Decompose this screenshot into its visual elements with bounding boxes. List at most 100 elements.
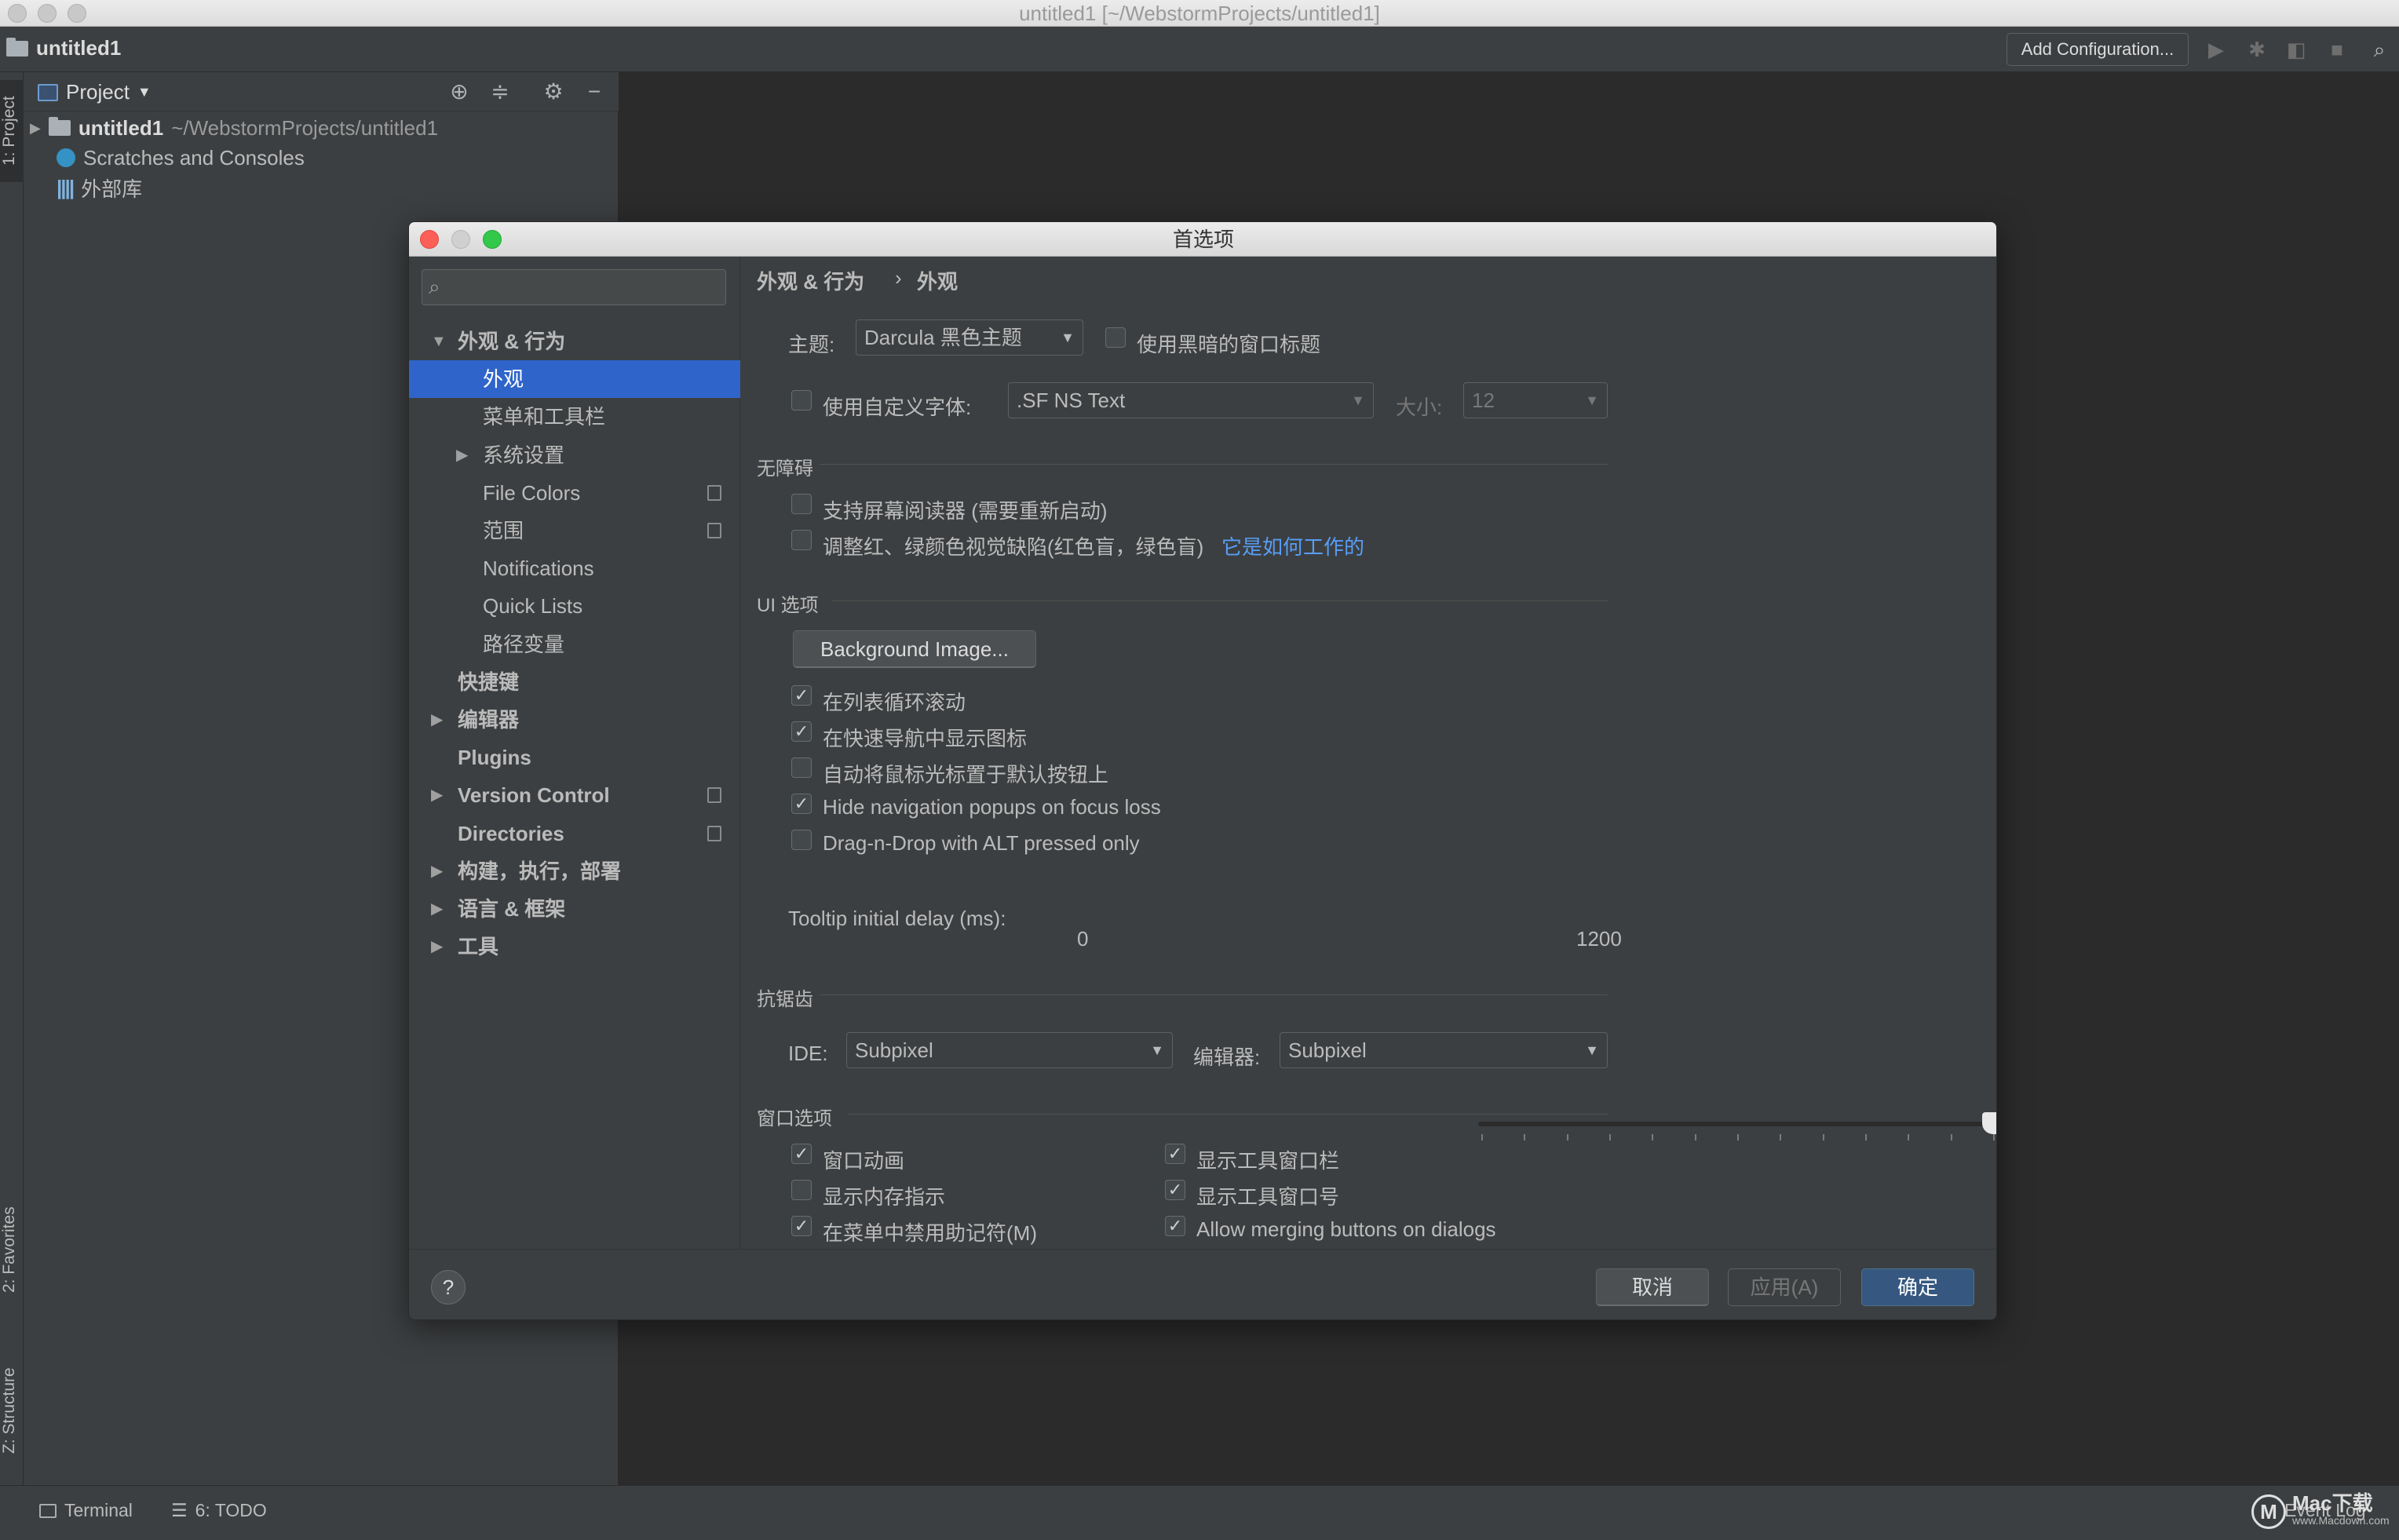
terminal-label: Terminal (64, 1500, 133, 1520)
ide-aa-select[interactable]: Subpixel ▼ (846, 1032, 1173, 1068)
watermark: M Mac下载 www.Macdown.com (2251, 1491, 2390, 1529)
settings-nav-item[interactable]: ▶ 工具 (409, 928, 740, 965)
settings-nav-label: 编辑器 (458, 708, 520, 732)
disable-mnemonics-checkbox[interactable]: ✓ (791, 1216, 812, 1236)
font-value: .SF NS Text (1017, 389, 1126, 412)
cancel-button[interactable]: 取消 (1596, 1268, 1709, 1306)
stop-icon[interactable]: ■ (2325, 38, 2349, 61)
terminal-icon (39, 1503, 57, 1518)
window-animation-checkbox[interactable]: ✓ (791, 1144, 812, 1164)
chevron-right-icon[interactable]: ▶ (431, 852, 443, 890)
hide-popups-checkbox[interactable]: ✓ (791, 794, 812, 814)
collapse-all-icon[interactable]: ≑ (488, 80, 512, 104)
terminal-tab[interactable]: Terminal (39, 1500, 133, 1521)
settings-nav-item[interactable]: ▼ 外观 & 行为 (409, 323, 740, 360)
chevron-right-icon[interactable]: ▶ (431, 776, 443, 814)
font-size-label: 大小: (1396, 396, 1443, 419)
tool-tab-structure[interactable]: Z: Structure (0, 1344, 24, 1477)
chevron-right-icon[interactable]: ▶ (431, 701, 443, 739)
section-divider (832, 600, 1608, 601)
custom-font-checkbox[interactable] (791, 390, 812, 411)
bottom-tool-bar: Terminal ☰ 6: TODO Event Log (0, 1485, 2399, 1540)
settings-nav-item[interactable]: 快捷键 (409, 663, 740, 701)
tree-item-untitled1[interactable]: ▶ untitled1 ~/WebstormProjects/untitled1 (30, 113, 438, 143)
locate-icon[interactable]: ⊕ (447, 80, 471, 104)
chevron-right-icon[interactable]: ▶ (431, 928, 443, 965)
chevron-right-icon[interactable]: ▶ (456, 436, 468, 474)
settings-nav-item[interactable]: ▶ Version Control (409, 776, 740, 814)
settings-nav-item[interactable]: Directories (409, 815, 740, 852)
chevron-down-icon: ▼ (1150, 1042, 1164, 1058)
how-it-works-link[interactable]: 它是如何工作的 (1221, 531, 1364, 560)
todo-tab[interactable]: ☰ 6: TODO (171, 1500, 267, 1521)
settings-search-input[interactable]: ⌕ (422, 269, 726, 305)
settings-nav-item[interactable]: 菜单和工具栏 (409, 398, 740, 436)
settings-nav-label: Notifications (483, 557, 594, 581)
settings-nav-label: 系统设置 (483, 443, 565, 467)
chevron-right-icon[interactable]: ▶ (431, 890, 443, 928)
add-configuration-button[interactable]: Add Configuration... (2006, 33, 2189, 66)
settings-nav-item[interactable]: ▶ 语言 & 框架 (409, 890, 740, 928)
settings-nav-label: 范围 (483, 519, 524, 542)
settings-nav-item[interactable]: 路径变量 (409, 626, 740, 663)
settings-nav-item[interactable]: 外观 (409, 360, 740, 399)
slider-tick (1865, 1134, 1867, 1140)
color-deficiency-checkbox[interactable] (791, 530, 812, 550)
font-size-select[interactable]: 12 ▼ (1463, 382, 1608, 418)
watermark-text: Mac下载 (2292, 1491, 2373, 1515)
color-deficiency-label: 调整红、绿颜色视觉缺陷(红色盲，绿色盲) (823, 535, 1204, 559)
run-icon[interactable]: ▶ (2204, 38, 2228, 61)
apply-button[interactable]: 应用(A) (1728, 1268, 1841, 1306)
dark-title-checkbox[interactable] (1105, 327, 1126, 348)
slider-tick (1950, 1134, 1952, 1140)
settings-nav-item[interactable]: Quick Lists (409, 587, 740, 625)
editor-aa-select[interactable]: Subpixel ▼ (1280, 1032, 1608, 1068)
drag-alt-checkbox[interactable] (791, 830, 812, 850)
tree-item-scratches[interactable]: Scratches and Consoles (57, 143, 305, 173)
tool-tab-project[interactable]: 1: Project (0, 80, 24, 182)
slider-tick (1780, 1134, 1782, 1140)
memory-indicator-checkbox[interactable] (791, 1180, 812, 1200)
settings-nav-item[interactable]: ▶ 构建，执行，部署 (409, 852, 740, 890)
settings-nav-item[interactable]: ▶ 系统设置 (409, 436, 740, 474)
help-button[interactable]: ? (431, 1270, 466, 1305)
hide-icon[interactable]: − (582, 80, 606, 104)
search-everywhere-icon[interactable]: ⌕ (2368, 38, 2391, 61)
tree-item-external-libraries[interactable]: |||| 外部库 (57, 173, 142, 203)
nav-project-breadcrumb[interactable]: untitled1 (6, 36, 121, 60)
theme-select[interactable]: Darcula 黑色主题 ▼ (856, 319, 1083, 356)
accessibility-header: 无障碍 (757, 458, 813, 480)
screen-reader-checkbox[interactable] (791, 494, 812, 514)
chevron-down-icon[interactable]: ▼ (431, 323, 447, 360)
debug-icon[interactable]: ✱ (2245, 38, 2269, 61)
slider-tick (1908, 1134, 1910, 1140)
section-divider (820, 464, 1608, 465)
cyclic-scrolling-checkbox[interactable]: ✓ (791, 685, 812, 706)
merge-buttons-checkbox[interactable]: ✓ (1165, 1216, 1185, 1236)
navigation-bar: untitled1 Add Configuration... ▶ ✱ ◧ ■ ⌕ (0, 27, 2399, 72)
settings-nav-item[interactable]: 范围 (409, 512, 740, 549)
search-icon: ⌕ (429, 275, 440, 298)
settings-nav-item[interactable]: Notifications (409, 549, 740, 587)
tool-window-bars-checkbox[interactable]: ✓ (1165, 1144, 1185, 1164)
slider-tick (1524, 1134, 1526, 1140)
settings-nav-item[interactable]: Plugins (409, 739, 740, 776)
ok-button[interactable]: 确定 (1861, 1268, 1974, 1306)
move-cursor-label: 自动将鼠标光标置于默认按钮上 (823, 763, 1109, 786)
nav-icons-checkbox[interactable]: ✓ (791, 721, 812, 742)
move-cursor-checkbox[interactable] (791, 757, 812, 778)
project-view-selector[interactable]: Project ▼ (38, 80, 152, 104)
settings-content: 外观 & 行为 › 外观 主题: Darcula 黑色主题 ▼ 使用黑暗的窗口标… (741, 257, 1996, 1249)
font-select[interactable]: .SF NS Text ▼ (1008, 382, 1374, 418)
tooltip-delay-slider-track[interactable] (1478, 1122, 1996, 1126)
coverage-icon[interactable]: ◧ (2284, 38, 2308, 61)
settings-nav-item[interactable]: File Colors (409, 474, 740, 512)
background-image-button[interactable]: Background Image... (793, 630, 1036, 668)
folder-icon (6, 37, 28, 57)
tool-tab-favorites[interactable]: 2: Favorites (0, 1179, 24, 1320)
settings-nav-item[interactable]: ▶ 编辑器 (409, 701, 740, 739)
gear-icon[interactable]: ⚙ (542, 80, 565, 104)
tool-window-numbers-checkbox[interactable]: ✓ (1165, 1180, 1185, 1200)
project-level-icon (707, 825, 721, 841)
tree-item-path: ~/WebstormProjects/untitled1 (171, 115, 439, 140)
